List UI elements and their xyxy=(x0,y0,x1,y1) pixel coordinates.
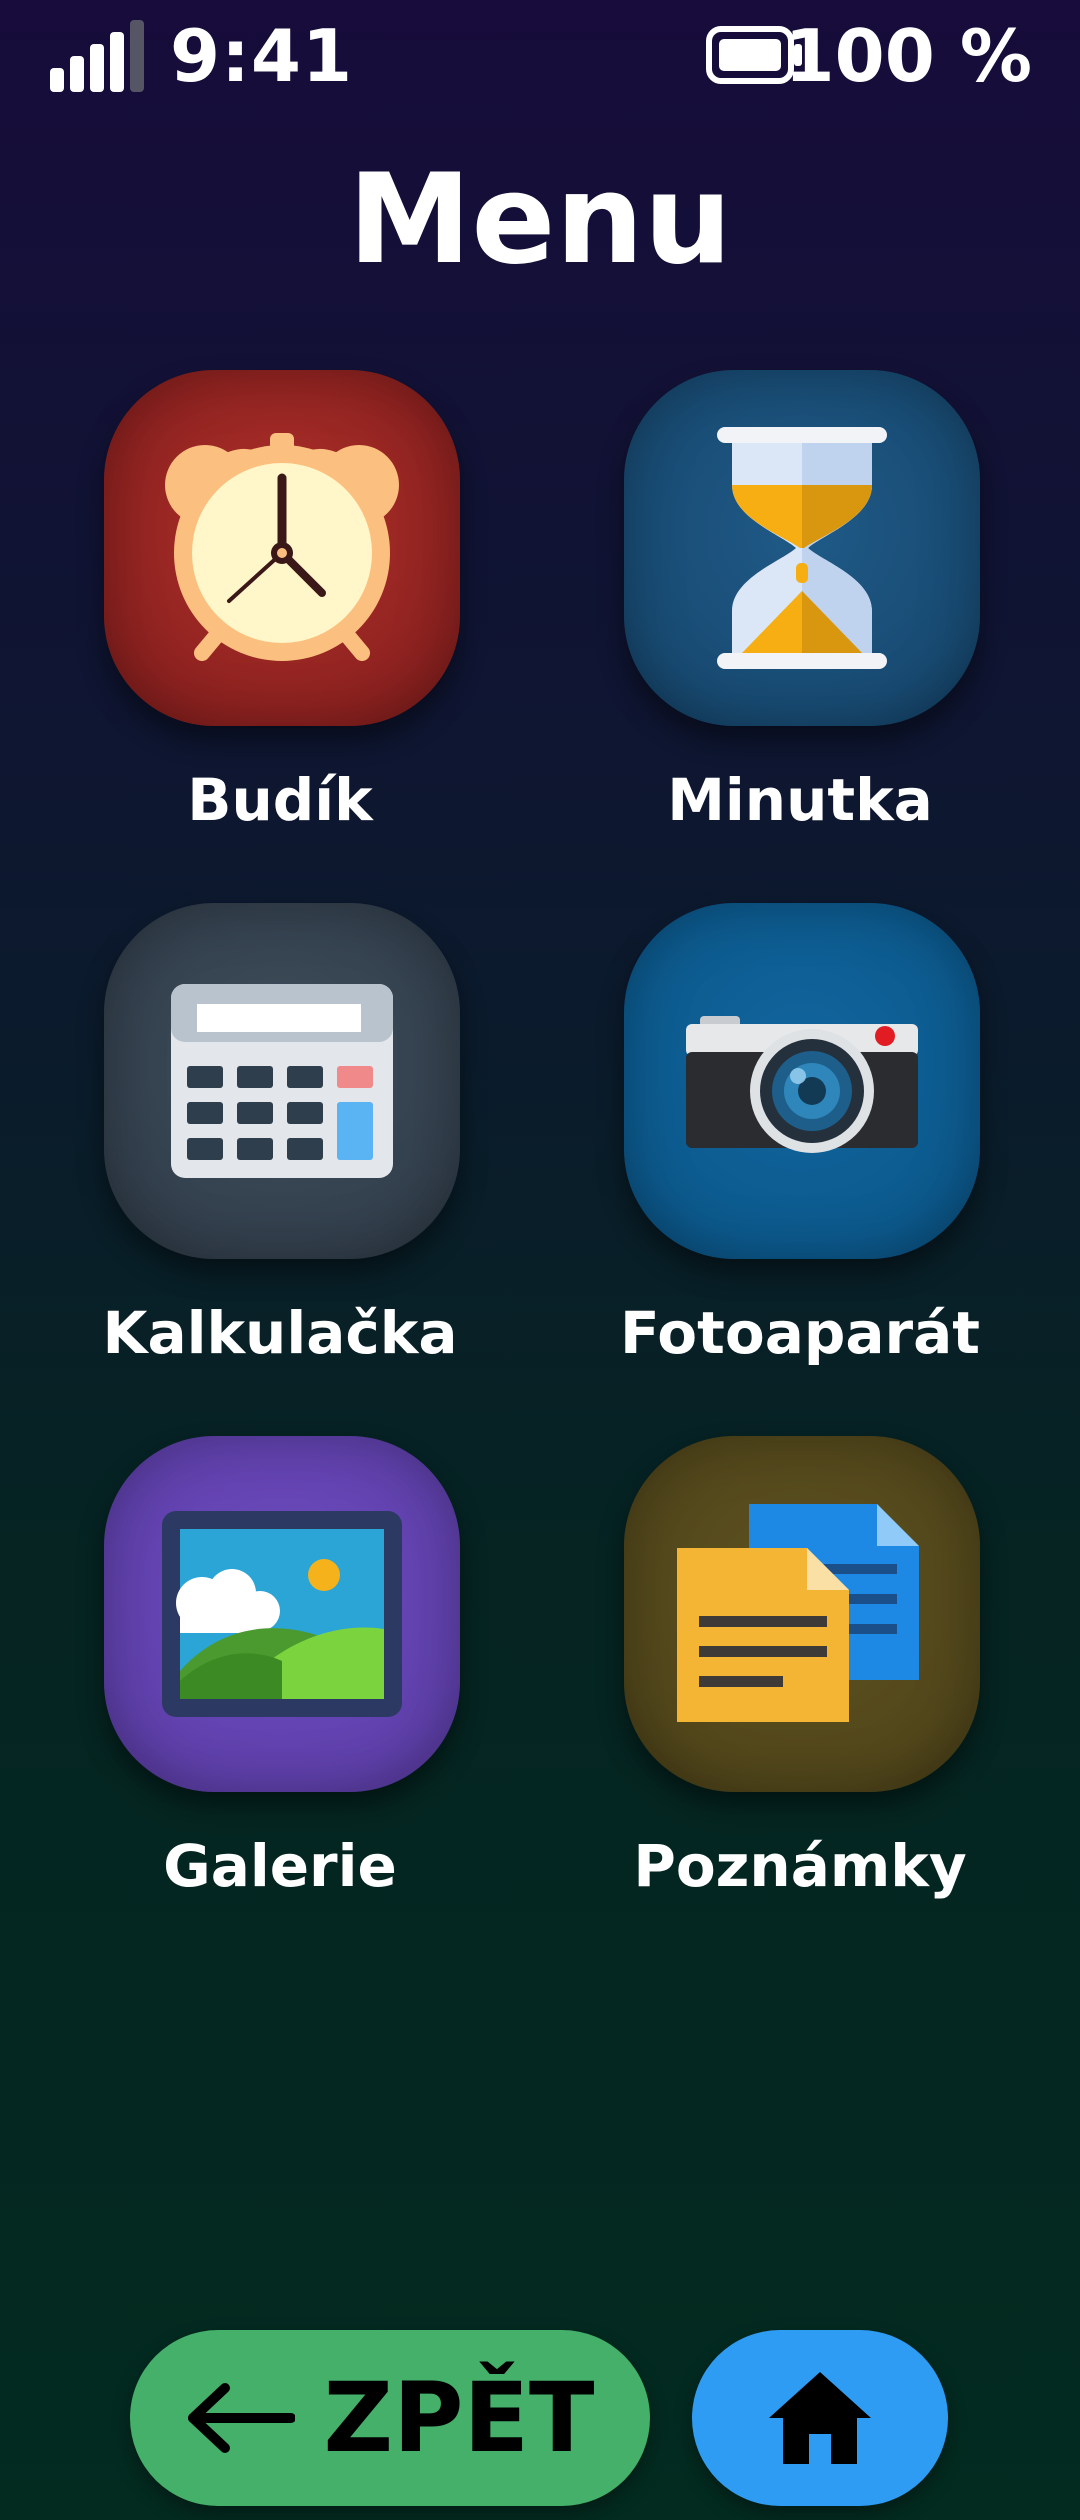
back-button-label: ZPĚT xyxy=(323,2362,595,2474)
home-icon xyxy=(769,2372,871,2464)
gallery-tile-background xyxy=(104,1436,460,1792)
page-title: Menu xyxy=(347,148,733,292)
back-button[interactable]: ZPĚT xyxy=(130,2330,650,2506)
timer-tile-background xyxy=(624,370,980,726)
arrow-left-icon xyxy=(188,2383,296,2453)
app-tile-alarm[interactable]: Budík xyxy=(60,370,500,870)
app-label-camera: Fotoaparát xyxy=(620,1299,980,1367)
app-label-gallery: Galerie xyxy=(163,1832,397,1900)
app-tile-calculator[interactable]: Kalkulačka xyxy=(60,903,500,1403)
app-tile-gallery[interactable]: Galerie xyxy=(60,1436,500,1936)
camera-icon xyxy=(686,1016,918,1153)
bottom-navigation: ZPĚT xyxy=(0,2320,1080,2520)
status-time: 9:41 xyxy=(170,14,354,98)
notes-icon xyxy=(677,1504,919,1722)
alarm-tile-background xyxy=(104,370,460,726)
alarm-clock-icon xyxy=(165,433,399,661)
hourglass-icon xyxy=(717,427,887,669)
app-label-alarm: Budík xyxy=(187,766,373,834)
calculator-icon xyxy=(171,984,393,1178)
notes-tile-background xyxy=(624,1436,980,1792)
status-bar: 9:41 100 % xyxy=(0,0,1080,112)
app-label-timer: Minutka xyxy=(667,766,933,834)
app-label-calculator: Kalkulačka xyxy=(102,1299,458,1367)
gallery-icon xyxy=(162,1511,402,1717)
app-tile-timer[interactable]: Minutka xyxy=(580,370,1020,870)
app-tile-camera[interactable]: Fotoaparát xyxy=(580,903,1020,1403)
home-button[interactable] xyxy=(692,2330,948,2506)
battery-percent: 100 % xyxy=(784,14,1033,98)
app-tile-notes[interactable]: Poznámky xyxy=(580,1436,1020,1936)
camera-tile-background xyxy=(624,903,980,1259)
calculator-tile-background xyxy=(104,903,460,1259)
signal-icon xyxy=(50,20,144,92)
app-label-notes: Poznámky xyxy=(633,1832,967,1900)
